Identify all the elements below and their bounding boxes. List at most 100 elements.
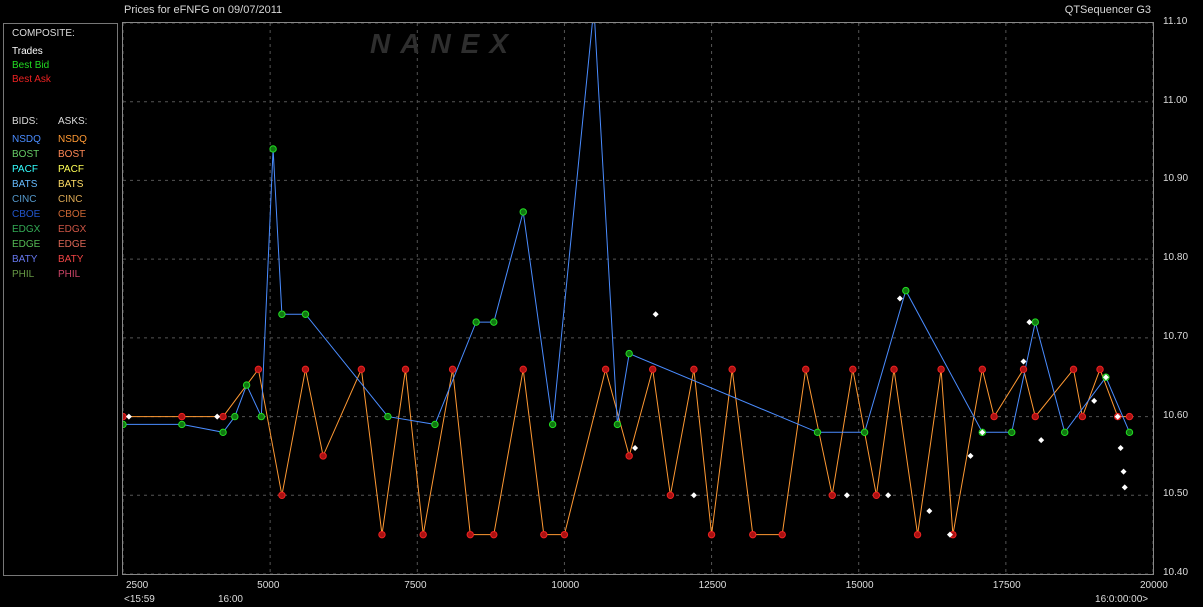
quote-marker-best-ask bbox=[666, 491, 675, 499]
y-tick-label: 11.00 bbox=[1163, 94, 1188, 106]
x-tick-label: 2500 bbox=[126, 580, 149, 591]
trade-marker bbox=[690, 492, 697, 499]
quote-marker-best-ask bbox=[448, 365, 457, 374]
legend-bid-edgx: EDGX bbox=[12, 224, 41, 235]
trade-marker bbox=[1091, 397, 1098, 404]
legend-bid-bost: BOST bbox=[12, 149, 40, 160]
quote-marker-best-ask bbox=[254, 365, 263, 374]
quote-marker-best-bid bbox=[813, 428, 822, 437]
y-tick-label: 10.70 bbox=[1163, 330, 1189, 342]
legend-ask-cboe: CBOE bbox=[58, 209, 87, 220]
quote-marker-best-ask bbox=[1078, 412, 1087, 421]
y-tick-label: 11.10 bbox=[1163, 16, 1188, 27]
quote-marker-best-bid bbox=[178, 420, 186, 429]
quote-marker-best-ask bbox=[778, 530, 786, 539]
quote-marker-best-bid bbox=[1061, 428, 1069, 437]
quote-marker-best-ask bbox=[1069, 365, 1078, 374]
trade-marker bbox=[1120, 468, 1127, 475]
quote-marker-best-bid bbox=[242, 381, 251, 389]
quote-marker-best-ask bbox=[978, 365, 987, 374]
chart-svg bbox=[119, 3, 1154, 575]
trade-marker bbox=[1026, 319, 1033, 326]
quote-marker-best-bid bbox=[1008, 428, 1016, 437]
quote-marker-best-bid bbox=[219, 428, 227, 437]
quote-marker-best-ask bbox=[466, 530, 474, 539]
quote-marker-best-bid bbox=[257, 412, 266, 421]
quote-marker-best-ask bbox=[890, 365, 898, 374]
y-tick-label: 10.40 bbox=[1163, 567, 1189, 578]
quote-marker-best-ask bbox=[690, 365, 698, 374]
quote-marker-best-bid bbox=[472, 318, 480, 326]
legend-trades: Trades bbox=[12, 46, 43, 57]
legend-ask-cinc: CINC bbox=[58, 194, 83, 205]
quote-marker-best-bid bbox=[902, 286, 910, 295]
quote-marker-best-ask bbox=[937, 365, 945, 374]
y-tick-label: 10.60 bbox=[1163, 409, 1189, 421]
trade-marker bbox=[1038, 437, 1045, 444]
legend-panel: COMPOSITE: Trades Best Bid Best Ask BIDS… bbox=[3, 23, 118, 576]
quote-marker-best-ask bbox=[601, 365, 610, 374]
quote-marker-best-bid bbox=[625, 349, 633, 358]
trade-marker bbox=[843, 492, 850, 499]
trade-marker bbox=[926, 508, 933, 515]
legend-bid-cinc: CINC bbox=[12, 194, 37, 205]
x-tick-label: 7500 bbox=[404, 580, 427, 591]
legend-bid-cboe: CBOE bbox=[12, 209, 41, 220]
trade-marker bbox=[652, 311, 659, 318]
legend-ask-pacf: PACF bbox=[58, 164, 84, 175]
x-tick-label: 20000 bbox=[1140, 580, 1168, 591]
trade-marker bbox=[896, 295, 903, 302]
x-tick-label: 12500 bbox=[698, 580, 727, 591]
quote-marker-best-bid bbox=[1125, 428, 1134, 437]
quote-marker-best-ask bbox=[419, 530, 427, 539]
quote-marker-best-ask bbox=[301, 365, 310, 374]
legend-bid-baty: BATY bbox=[12, 254, 38, 265]
quote-marker-best-bid bbox=[278, 310, 286, 318]
legend-ask-edge: EDGE bbox=[58, 239, 87, 250]
quote-marker-best-ask bbox=[913, 530, 922, 539]
legend-bid-nsdq: NSDQ bbox=[12, 134, 41, 145]
quote-marker-best-ask bbox=[378, 530, 386, 539]
quote-marker-best-ask bbox=[401, 365, 410, 374]
legend-ask-bost: BOST bbox=[58, 149, 86, 160]
app-title: QTSequencer G3 bbox=[1064, 4, 1151, 16]
watermark: NANEX bbox=[370, 28, 519, 59]
x-time-label: 16:00 bbox=[217, 594, 243, 605]
legend-bid-edge: EDGE bbox=[12, 239, 41, 250]
quote-marker-best-ask bbox=[278, 491, 286, 499]
legend-bid-pacf: PACF bbox=[12, 164, 38, 175]
x-time-label: <15:59 bbox=[124, 594, 155, 605]
quote-marker-best-ask bbox=[1031, 412, 1039, 421]
quote-marker-best-ask bbox=[728, 365, 736, 374]
quote-marker-best-ask bbox=[178, 412, 186, 421]
series-line-best-bid bbox=[123, 7, 1130, 434]
quote-marker-best-bid bbox=[1031, 318, 1039, 326]
quote-marker-best-ask bbox=[828, 491, 836, 499]
quote-marker-best-ask bbox=[872, 491, 881, 499]
quote-marker-best-ask bbox=[219, 412, 227, 421]
quote-marker-best-ask bbox=[1019, 365, 1028, 374]
trade-marker bbox=[1020, 358, 1027, 365]
chart-title: Prices for eFNFG on 09/07/2011 bbox=[124, 4, 283, 16]
quote-marker-best-bid bbox=[269, 145, 277, 153]
quote-marker-best-ask bbox=[357, 365, 366, 374]
quote-marker-best-bid bbox=[231, 412, 239, 421]
y-tick-label: 10.50 bbox=[1163, 488, 1189, 500]
legend-asks-label: ASKS: bbox=[58, 116, 88, 127]
quote-marker-best-ask bbox=[707, 530, 716, 539]
trade-marker bbox=[1121, 484, 1128, 491]
legend-ask-edgx: EDGX bbox=[58, 224, 87, 235]
quote-marker-best-bid bbox=[119, 420, 127, 429]
x-tick-label: 5000 bbox=[257, 580, 280, 591]
quote-marker-best-ask bbox=[119, 412, 127, 421]
trade-marker bbox=[632, 445, 639, 452]
quote-marker-best-ask bbox=[560, 530, 569, 539]
quote-marker-best-ask bbox=[1125, 412, 1134, 421]
trade-marker bbox=[125, 413, 132, 420]
quote-marker-best-ask bbox=[319, 452, 327, 460]
y-tick-label: 10.80 bbox=[1163, 252, 1189, 264]
quote-marker-best-ask bbox=[625, 452, 633, 460]
quote-marker-best-ask bbox=[1096, 365, 1104, 374]
x-tick-label: 17500 bbox=[992, 580, 1021, 591]
quote-marker-best-bid bbox=[519, 208, 527, 216]
